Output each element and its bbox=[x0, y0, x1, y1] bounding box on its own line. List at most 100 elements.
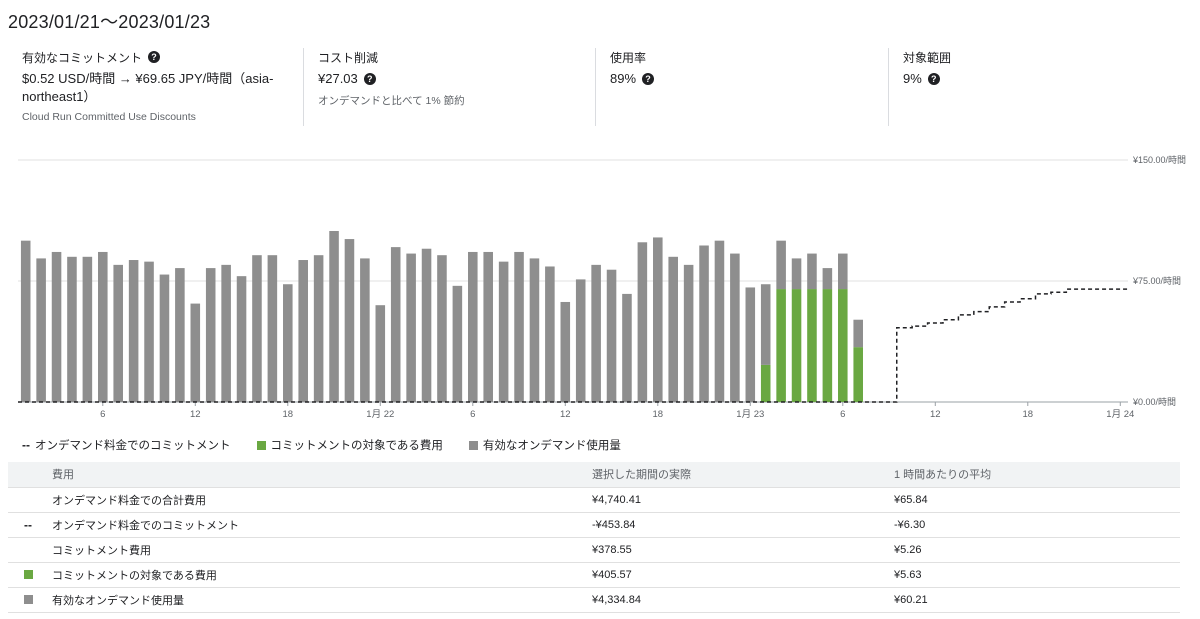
bar-on-demand-usage bbox=[791, 258, 802, 290]
bar-covered-cost bbox=[807, 289, 817, 402]
bar-on-demand-usage bbox=[329, 230, 339, 402]
legend-item-on-demand-usage[interactable]: 有効なオンデマンド使用量 bbox=[468, 437, 621, 453]
x-tick-label: 6 bbox=[470, 409, 475, 420]
bar-on-demand-usage bbox=[20, 240, 31, 402]
bar-on-demand-usage bbox=[51, 251, 62, 402]
bar-on-demand-usage bbox=[190, 303, 201, 402]
x-tick-label: 12 bbox=[930, 409, 941, 420]
bar-on-demand-usage bbox=[838, 253, 848, 290]
bar-on-demand-usage bbox=[390, 247, 401, 402]
bar-on-demand-usage bbox=[437, 255, 447, 402]
summary-cards: 有効なコミットメント ? $0.52 USD/時間 → ¥69.65 JPY/時… bbox=[8, 48, 1184, 126]
table-header-row: 費用 選択した期間の実際 1 時間あたりの平均 bbox=[8, 462, 1180, 487]
y-tick-label: ¥0.00/時間 bbox=[1132, 397, 1176, 407]
x-tick-label: 1月 22 bbox=[366, 409, 394, 420]
bar-on-demand-usage bbox=[360, 258, 370, 402]
bar-on-demand-usage bbox=[545, 266, 555, 402]
table-row: コミットメントの対象である費用 ¥405.57 ¥5.63 bbox=[8, 561, 1180, 587]
coverage-title: 対象範囲 bbox=[903, 50, 952, 65]
bar-on-demand-usage bbox=[283, 284, 293, 402]
bar-on-demand-usage bbox=[853, 319, 863, 348]
savings-card: コスト削減 ¥27.03 ? オンデマンドと比べて 1% 節約 bbox=[303, 48, 595, 126]
help-icon[interactable]: ? bbox=[927, 73, 940, 85]
dashed-line-swatch: -- bbox=[24, 517, 32, 532]
header-avg: 1 時間あたりの平均 bbox=[894, 462, 1180, 487]
bar-on-demand-usage bbox=[344, 239, 355, 402]
bar-on-demand-usage bbox=[67, 256, 77, 402]
dashed-line-swatch: -- bbox=[22, 438, 30, 452]
table-row: オンデマンド料金での合計費用 ¥4,740.41 ¥65.84 bbox=[8, 486, 1180, 512]
y-tick-label: ¥150.00/時間 bbox=[1132, 155, 1186, 165]
bar-on-demand-usage bbox=[205, 268, 216, 402]
help-icon[interactable]: ? bbox=[363, 73, 376, 85]
utilization-card: 使用率 89% ? bbox=[595, 48, 888, 126]
bar-covered-cost bbox=[853, 347, 863, 402]
bar-on-demand-usage bbox=[468, 251, 478, 402]
table-row: コミットメント費用 ¥378.55 ¥5.26 bbox=[8, 536, 1180, 562]
legend-item-covered-cost[interactable]: コミットメントの対象である費用 bbox=[256, 437, 443, 453]
chart-legend: -- オンデマンド料金でのコミットメント コミットメントの対象である費用 有効な… bbox=[22, 437, 621, 453]
bar-covered-cost bbox=[760, 364, 771, 402]
chart-svg: ¥0.00/時間 ¥75.00/時間 ¥150.00/時間 6 12 18 1月 22 6 12… bbox=[18, 155, 1186, 420]
bar-on-demand-usage bbox=[529, 258, 540, 402]
coverage-card: 対象範囲 9% ? bbox=[888, 48, 1184, 126]
bar-on-demand-usage bbox=[159, 274, 170, 402]
bar-on-demand-usage bbox=[313, 255, 324, 402]
bar-on-demand-usage bbox=[730, 253, 740, 402]
legend-item-commitment-on-demand[interactable]: -- オンデマンド料金でのコミットメント bbox=[22, 437, 231, 453]
bar-on-demand-usage bbox=[514, 251, 524, 402]
utilization-value: 89% bbox=[610, 71, 637, 86]
bar-on-demand-usage bbox=[175, 268, 185, 402]
commitment-value: $0.52 USD/時間 → ¥69.65 JPY/時間（asia-northe… bbox=[22, 71, 274, 104]
bar-on-demand-usage bbox=[622, 293, 632, 402]
x-tick-label: 18 bbox=[1023, 409, 1034, 420]
bar-on-demand-usage bbox=[113, 264, 123, 402]
bar-on-demand-usage bbox=[714, 240, 725, 402]
help-icon[interactable]: ? bbox=[148, 51, 161, 63]
bar-on-demand-usage bbox=[144, 261, 154, 402]
bar-on-demand-usage bbox=[36, 258, 46, 402]
y-tick-label: ¥75.00/時間 bbox=[1132, 276, 1181, 286]
bar-on-demand-usage bbox=[822, 268, 833, 290]
bar-on-demand-usage bbox=[591, 264, 601, 402]
bar-on-demand-usage bbox=[760, 284, 771, 365]
date-range-title: 2023/01/21〜2023/01/23 bbox=[8, 12, 211, 32]
bar-on-demand-usage bbox=[252, 255, 262, 402]
bar-on-demand-usage bbox=[406, 253, 416, 402]
bar-on-demand-usage bbox=[98, 251, 108, 402]
commitment-sub: Cloud Run Committed Use Discounts bbox=[22, 111, 196, 123]
table-row: 有効なオンデマンド使用量 ¥4,334.84 ¥60.21 bbox=[8, 586, 1180, 613]
bar-on-demand-usage bbox=[375, 305, 386, 402]
cost-table: 費用 選択した期間の実際 1 時間あたりの平均 オンデマンド料金での合計費用 ¥… bbox=[8, 462, 1180, 613]
bar-on-demand-usage bbox=[298, 260, 308, 402]
header-actual: 選択した期間の実際 bbox=[592, 462, 894, 487]
bar-on-demand-usage bbox=[653, 237, 663, 402]
help-icon[interactable]: ? bbox=[642, 73, 655, 85]
bar-on-demand-usage bbox=[128, 260, 139, 402]
bar-on-demand-usage bbox=[575, 279, 586, 402]
bar-on-demand-usage bbox=[637, 242, 648, 402]
bar-on-demand-usage bbox=[221, 264, 231, 402]
x-tick-label: 1月 24 bbox=[1106, 409, 1134, 420]
bar-on-demand-usage bbox=[745, 287, 756, 402]
bar-on-demand-usage bbox=[452, 285, 463, 402]
savings-value: ¥27.03 bbox=[318, 71, 358, 86]
green-swatch bbox=[24, 570, 33, 580]
utilization-title: 使用率 bbox=[610, 50, 647, 65]
coverage-value: 9% bbox=[903, 71, 922, 86]
bar-covered-cost bbox=[791, 289, 802, 402]
bar-on-demand-usage bbox=[807, 253, 817, 290]
header-cost: 費用 bbox=[52, 462, 592, 487]
bar-on-demand-usage bbox=[606, 269, 617, 402]
bar-on-demand-usage bbox=[267, 255, 278, 402]
x-tick-label: 6 bbox=[100, 409, 105, 420]
bar-on-demand-usage bbox=[421, 248, 432, 402]
commitment-title: 有効なコミットメント bbox=[22, 50, 143, 65]
savings-sub: オンデマンドと比べて 1% 節約 bbox=[318, 95, 465, 107]
bar-on-demand-usage bbox=[483, 251, 493, 402]
x-tick-label: 1月 23 bbox=[736, 409, 764, 420]
green-swatch bbox=[256, 440, 266, 450]
bar-on-demand-usage bbox=[236, 276, 247, 402]
x-tick-label: 18 bbox=[283, 409, 294, 420]
gray-swatch bbox=[468, 440, 478, 450]
